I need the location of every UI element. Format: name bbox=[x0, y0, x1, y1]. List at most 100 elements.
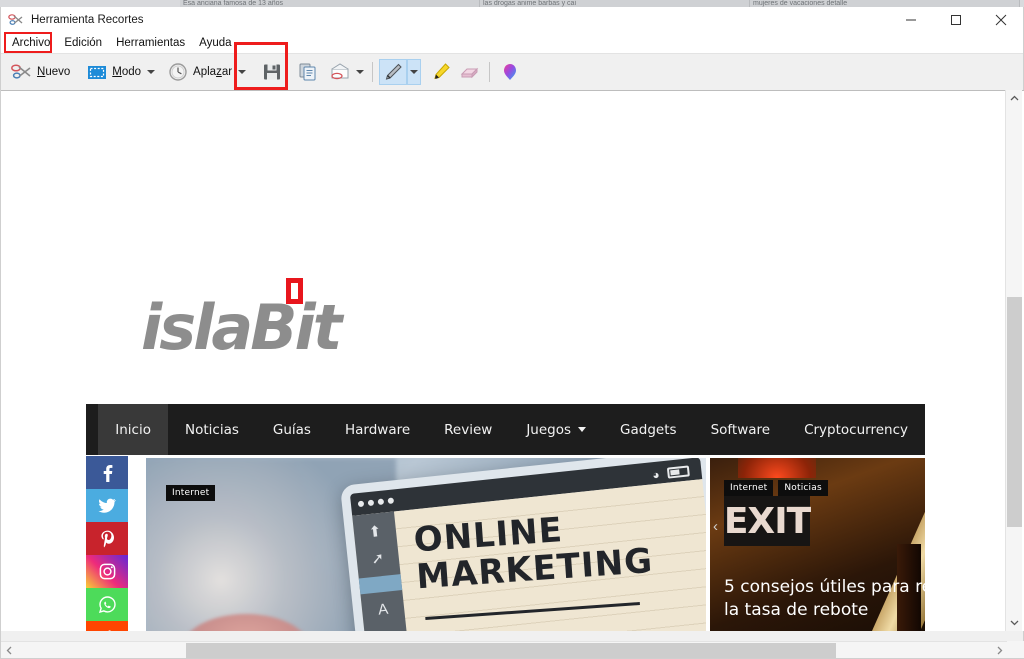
nav-item-hardware[interactable]: Hardware bbox=[328, 404, 427, 455]
nav-label: Review bbox=[444, 421, 493, 438]
nav-label: Juegos bbox=[526, 421, 572, 438]
nav-item-guias[interactable]: Guías bbox=[256, 404, 328, 455]
minimize-icon[interactable] bbox=[888, 7, 933, 32]
scissors-icon bbox=[8, 12, 24, 28]
highlighter-icon bbox=[430, 61, 452, 83]
menu-item-herramientas[interactable]: Herramientas bbox=[109, 35, 192, 51]
clock-icon bbox=[167, 61, 189, 83]
eraser-button[interactable] bbox=[455, 59, 483, 85]
nav-item-inicio[interactable]: Inicio bbox=[98, 404, 168, 455]
chevron-down-icon bbox=[578, 427, 587, 432]
mode-button[interactable]: Modo bbox=[82, 59, 145, 85]
highlighter-button[interactable] bbox=[427, 59, 455, 85]
delay-dropdown-caret[interactable] bbox=[236, 61, 248, 83]
card-tag-internet[interactable]: Internet bbox=[724, 480, 774, 496]
tablet-handwritten-text: ONLINE MARKETING bbox=[412, 502, 705, 597]
menu-item-archivo[interactable]: Archivo bbox=[5, 35, 57, 51]
instagram-icon[interactable] bbox=[86, 555, 128, 588]
pencil-icon bbox=[358, 574, 403, 595]
save-button[interactable] bbox=[258, 59, 286, 85]
new-button-label: Nuevo bbox=[37, 65, 71, 78]
hero-category-tag[interactable]: Internet bbox=[166, 485, 216, 501]
whatsapp-icon[interactable] bbox=[86, 588, 128, 621]
menu-item-edicion[interactable]: Edición bbox=[57, 35, 109, 51]
new-button[interactable]: Nuevo bbox=[7, 59, 74, 85]
pen-dropdown-caret[interactable] bbox=[407, 58, 422, 85]
close-icon[interactable] bbox=[978, 7, 1023, 32]
page-up-icon: ▲ bbox=[364, 625, 408, 631]
card-tag-noticias[interactable]: Noticias bbox=[778, 480, 828, 496]
card-title-line2: la tasa de rebote bbox=[724, 600, 869, 620]
card-title[interactable]: 5 consejos útiles para re la tasa de reb… bbox=[724, 576, 925, 622]
nav-item-noticias[interactable]: Noticias bbox=[168, 404, 256, 455]
nav-label: Guías bbox=[272, 421, 311, 438]
battery-icon bbox=[666, 465, 690, 479]
window-controls bbox=[888, 7, 1023, 32]
exit-sign-text: EXIT bbox=[723, 500, 811, 542]
pen-button[interactable] bbox=[379, 58, 408, 85]
floppy-disk-save-icon bbox=[261, 61, 283, 83]
toolbar: Nuevo Modo Aplazar bbox=[1, 42, 1023, 90]
pinterest-icon[interactable] bbox=[86, 522, 128, 555]
captured-web-page: islaBit Inicio Noticias Guías Hardware R… bbox=[1, 91, 1002, 631]
vertical-scrollbar-thumb[interactable] bbox=[1007, 297, 1022, 527]
tablet-underline bbox=[425, 602, 640, 621]
nav-item-gadgets[interactable]: Gadgets bbox=[603, 404, 694, 455]
toolbar-divider bbox=[489, 61, 491, 82]
capture-canvas: islaBit Inicio Noticias Guías Hardware R… bbox=[1, 90, 1024, 631]
background-tab[interactable]: Esa anciana famosa de 13 años bbox=[180, 0, 480, 7]
paint-3d-balloon-icon bbox=[499, 61, 521, 83]
menu-bar: Archivo Edición Herramientas Ayuda bbox=[1, 32, 1023, 53]
nav-item-juegos[interactable]: Juegos bbox=[509, 404, 603, 455]
chevron-up-icon[interactable] bbox=[1006, 90, 1023, 107]
chevron-left-icon[interactable] bbox=[1, 642, 18, 659]
nav-label: Cryptocurrency bbox=[804, 421, 908, 438]
mode-dropdown-caret[interactable] bbox=[145, 61, 157, 83]
delay-button[interactable]: Aplazar bbox=[163, 59, 236, 85]
title-bar: Herramienta Recortes bbox=[1, 7, 1023, 32]
facebook-icon[interactable] bbox=[86, 456, 128, 489]
scrollbar-corner bbox=[1007, 641, 1024, 658]
text-tool-icon: A bbox=[377, 600, 390, 619]
horizontal-scrollbar-thumb[interactable] bbox=[186, 643, 836, 658]
paint3d-button[interactable] bbox=[496, 59, 524, 85]
maximize-icon[interactable] bbox=[933, 7, 978, 32]
window-title: Herramienta Recortes bbox=[31, 13, 144, 26]
ceiling-lamp bbox=[738, 458, 816, 478]
email-button[interactable] bbox=[326, 59, 354, 85]
hero-article-card[interactable]: ◕ ⬆ ➚ A ▲ ▼ ◯ bbox=[146, 458, 706, 631]
nav-label: Inicio bbox=[115, 421, 151, 438]
nav-item-review[interactable]: Review bbox=[427, 404, 509, 455]
chevron-down-icon[interactable] bbox=[1006, 614, 1023, 631]
eraser-icon bbox=[458, 61, 480, 83]
nav-label: Gadgets bbox=[620, 421, 677, 438]
email-dropdown-caret[interactable] bbox=[354, 61, 366, 83]
background-tab[interactable]: mujeres de vacaciones detalle bbox=[750, 0, 1020, 7]
horizontal-scrollbar[interactable] bbox=[1, 641, 1024, 658]
chevron-right-icon[interactable] bbox=[991, 642, 1008, 659]
snipping-tool-window: Herramienta Recortes Archivo Edición Her… bbox=[0, 7, 1024, 659]
reddit-icon[interactable] bbox=[86, 621, 128, 631]
twitter-icon[interactable] bbox=[86, 489, 128, 522]
secondary-article-card[interactable]: EXIT ‹ Internet Noticias 5 consejos útil… bbox=[710, 458, 925, 631]
menu-item-ayuda[interactable]: Ayuda bbox=[192, 35, 238, 51]
copy-clipboard-icon bbox=[297, 61, 319, 83]
card-category-tags: Internet Noticias bbox=[724, 480, 828, 496]
cursor-icon: ➚ bbox=[370, 549, 385, 569]
site-navigation: Inicio Noticias Guías Hardware Review Ju… bbox=[86, 404, 925, 455]
copy-button[interactable] bbox=[294, 59, 322, 85]
vertical-scrollbar[interactable] bbox=[1005, 90, 1022, 631]
tablet-device-image: ◕ ⬆ ➚ A ▲ ▼ ◯ bbox=[339, 458, 706, 631]
nav-item-software[interactable]: Software bbox=[694, 404, 788, 455]
background-browser-tabs: Esa anciana famosa de 13 años las drogas… bbox=[0, 0, 1024, 7]
envelope-send-icon bbox=[329, 61, 351, 83]
nav-label: Hardware bbox=[344, 421, 411, 438]
nav-item-cryptocurrency[interactable]: Cryptocurrency bbox=[787, 404, 925, 455]
rectangle-select-icon bbox=[86, 61, 108, 83]
exit-sign: EXIT bbox=[723, 496, 811, 546]
background-tab[interactable]: las drogas anime barbas y cai bbox=[480, 0, 750, 7]
carousel-prev-arrow[interactable]: ‹ bbox=[713, 518, 718, 535]
logo-red-dot bbox=[286, 278, 304, 304]
toolbar-divider bbox=[372, 61, 374, 82]
